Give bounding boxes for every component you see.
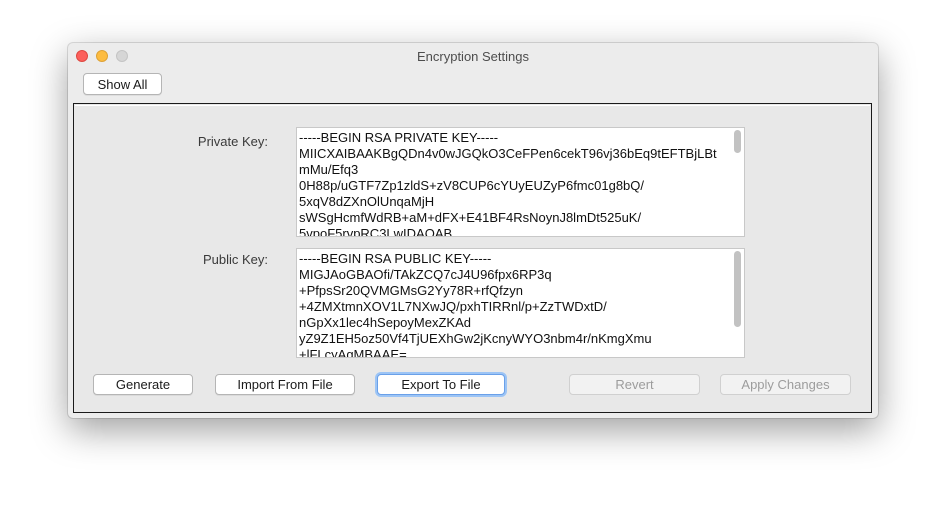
export-to-file-button[interactable]: Export To File: [377, 374, 505, 395]
private-key-label: Private Key:: [197, 134, 268, 149]
key-text-line: MIICXAIBAAKBgQDn4v0wJGQkO3CeFPen6cekT96v…: [299, 146, 717, 161]
key-text-line: -----BEGIN RSA PRIVATE KEY-----: [299, 130, 499, 145]
public-key-scroll-thumb[interactable]: [734, 251, 741, 327]
key-text-line: sWSgHcmfWdRB+aM+dFX+E41BF4RsNoynJ8lmDt52…: [299, 210, 642, 225]
window-title: Encryption Settings: [416, 49, 529, 64]
key-text-line: +PfpsSr20QVMGMsG2Yy78R+rfQfzyn: [299, 283, 523, 298]
apply-changes-button: Apply Changes: [720, 374, 851, 395]
public-key-label: Public Key:: [202, 252, 268, 267]
public-key-scrollbar[interactable]: [732, 250, 743, 356]
revert-button: Revert: [569, 374, 700, 395]
key-text-line: MIGJAoGBAOfi/TAkZCQ7cJ4U96fpx6RP3q: [299, 267, 552, 282]
private-key-text: -----BEGIN RSA PRIVATE KEY----- MIICXAIBA…: [299, 130, 730, 237]
settings-panel-inner: Private Key: -----BEGIN RSA PRIVATE KEY-…: [75, 105, 870, 411]
key-text-line: 5xqV8dZXnOlUnqaMjH: [299, 194, 435, 209]
key-text-line: +lFLcyAgMBAAE=: [299, 347, 407, 358]
generate-button[interactable]: Generate: [93, 374, 193, 395]
public-key-textarea[interactable]: -----BEGIN RSA PUBLIC KEY----- MIGJAoGBAO…: [296, 248, 745, 358]
key-text-line: -----BEGIN RSA PUBLIC KEY-----: [299, 251, 492, 266]
encryption-settings-window: Encryption Settings Show All Private Key…: [68, 43, 878, 418]
public-key-text: -----BEGIN RSA PUBLIC KEY----- MIGJAoGBAO…: [299, 251, 730, 358]
key-text-line: +4ZMXtmnXOV1L7NXwJQ/pxhTIRRnl/p+ZzTWDxtD…: [299, 299, 607, 314]
private-key-scroll-thumb[interactable]: [734, 130, 741, 153]
settings-panel: Private Key: -----BEGIN RSA PRIVATE KEY-…: [73, 103, 872, 413]
key-text-line: mMu/Efq3: [299, 162, 359, 177]
key-text-line: 5vpoF5rvpRC3LwIDAQAB: [299, 226, 453, 237]
key-text-line: 0H88p/uGTF7Zp1zldS+zV8CUP6cYUyEUZyP6fmc0…: [299, 178, 645, 193]
title-bar[interactable]: Encryption Settings: [68, 43, 878, 71]
key-text-line: nGpXx1lec4hSepoyMexZKAd: [299, 315, 471, 330]
private-key-textarea[interactable]: -----BEGIN RSA PRIVATE KEY----- MIICXAIBA…: [296, 127, 745, 237]
show-all-button[interactable]: Show All: [83, 73, 162, 95]
private-key-scrollbar[interactable]: [732, 129, 743, 235]
import-from-file-button[interactable]: Import From File: [215, 374, 355, 395]
key-text-line: yZ9Z1EH5oz50Vf4TjUEXhGw2jKcnyWYO3nbm4r/n…: [299, 331, 652, 346]
